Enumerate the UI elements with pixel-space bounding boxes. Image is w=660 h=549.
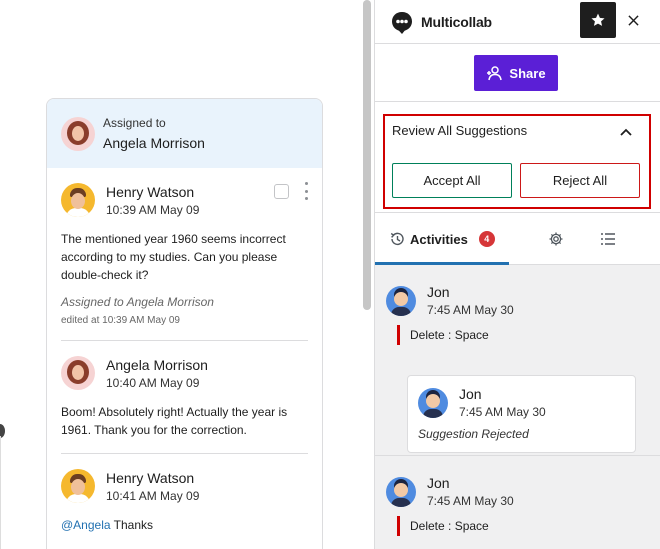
multicollab-sidebar: Multicollab Share Review All Suggestions… — [374, 0, 660, 549]
comment-item: Henry Watson 10:39 AM May 09 The mention… — [47, 168, 322, 341]
comment-body-text: Thanks — [110, 518, 154, 532]
activity-item: Jon 7:45 AM May 30 Delete : Space Jon 7:… — [386, 284, 660, 474]
close-button[interactable] — [623, 10, 643, 30]
jon-avatar — [386, 285, 416, 316]
star-button[interactable] — [580, 2, 616, 38]
resolve-checkbox[interactable] — [274, 184, 289, 199]
jon-avatar — [386, 476, 416, 507]
tab-activities[interactable]: Activities 4 — [375, 213, 509, 265]
assigned-note: Assigned to Angela Morrison — [61, 295, 214, 309]
editor-scrollbar-thumb[interactable] — [363, 0, 371, 310]
comment-time: 10:39 AM May 09 — [106, 202, 200, 217]
activities-count-badge: 4 — [478, 231, 495, 247]
reply-author: Jon — [459, 386, 482, 402]
reply-status: Suggestion Rejected — [418, 427, 529, 441]
block-edge-line — [0, 436, 1, 549]
share-button[interactable]: Share — [474, 55, 558, 91]
share-label: Share — [509, 65, 546, 81]
activity-author: Jon — [427, 475, 450, 491]
assigned-header: Assigned to Angela Morrison — [47, 99, 322, 168]
jon-avatar — [418, 387, 448, 418]
activity-divider — [375, 455, 660, 456]
comment-time: 10:41 AM May 09 — [106, 488, 200, 503]
share-row: Share — [375, 44, 660, 102]
activity-reply-card: Jon 7:45 AM May 30 Suggestion Rejected — [407, 375, 636, 453]
angela-avatar — [61, 116, 95, 151]
comment-item: Henry Watson 10:41 AM May 09 @Angela Tha… — [47, 454, 322, 534]
share-users-icon — [487, 66, 503, 81]
activity-time: 7:45 AM May 30 — [427, 303, 514, 317]
henry-avatar — [61, 469, 95, 503]
activity-action: Delete : Space — [397, 325, 489, 345]
editor-canvas: Assigned to Angela Morrison Henry Watson… — [0, 0, 358, 549]
comment-time: 10:40 AM May 09 — [106, 375, 200, 390]
multicollab-logo-icon — [391, 11, 413, 34]
comment-body: The mentioned year 1960 seems incorrect … — [61, 232, 286, 282]
comment-thread-card[interactable]: Assigned to Angela Morrison Henry Watson… — [46, 98, 323, 549]
activity-time: 7:45 AM May 30 — [427, 494, 514, 508]
comment-author: Angela Morrison — [106, 356, 208, 373]
assigned-name: Angela Morrison — [103, 135, 205, 151]
activity-author: Jon — [427, 284, 450, 300]
accept-all-button[interactable]: Accept All — [392, 163, 512, 198]
history-icon — [390, 232, 404, 246]
more-options-icon[interactable] — [303, 182, 309, 200]
reject-all-button[interactable]: Reject All — [520, 163, 640, 198]
comment-author: Henry Watson — [106, 469, 195, 486]
assigned-label: Assigned to — [103, 116, 166, 130]
review-all-suggestions-box: Review All Suggestions Accept All Reject… — [383, 114, 651, 209]
review-section: Review All Suggestions Accept All Reject… — [375, 102, 660, 213]
angela-avatar — [61, 356, 95, 390]
star-icon — [591, 13, 605, 26]
sidebar-header: Multicollab — [375, 0, 660, 44]
comment-item: Angela Morrison 10:40 AM May 09 Boom! Ab… — [47, 341, 322, 454]
comment-author: Henry Watson — [106, 183, 195, 200]
review-title: Review All Suggestions — [392, 123, 528, 138]
activity-item: Jon 7:45 AM May 30 Delete : Space — [386, 475, 660, 549]
activities-list: Jon 7:45 AM May 30 Delete : Space Jon 7:… — [375, 265, 660, 549]
henry-avatar — [61, 183, 95, 217]
sidebar-tabs: Activities 4 — [375, 213, 660, 265]
tab-activities-label: Activities — [410, 231, 468, 247]
gear-icon[interactable] — [548, 231, 564, 247]
close-icon — [627, 14, 639, 26]
app-title: Multicollab — [421, 13, 492, 30]
comment-body: Boom! Absolutely right! Actually the yea… — [61, 405, 288, 437]
list-icon[interactable] — [600, 231, 616, 247]
chevron-up-icon[interactable] — [619, 124, 633, 136]
reply-time: 7:45 AM May 30 — [459, 405, 546, 419]
edited-note: edited at 10:39 AM May 09 — [61, 315, 180, 326]
activity-action: Delete : Space — [397, 516, 489, 536]
user-mention[interactable]: @Angela — [61, 518, 111, 532]
comment-body: @Angela Thanks — [61, 516, 308, 534]
